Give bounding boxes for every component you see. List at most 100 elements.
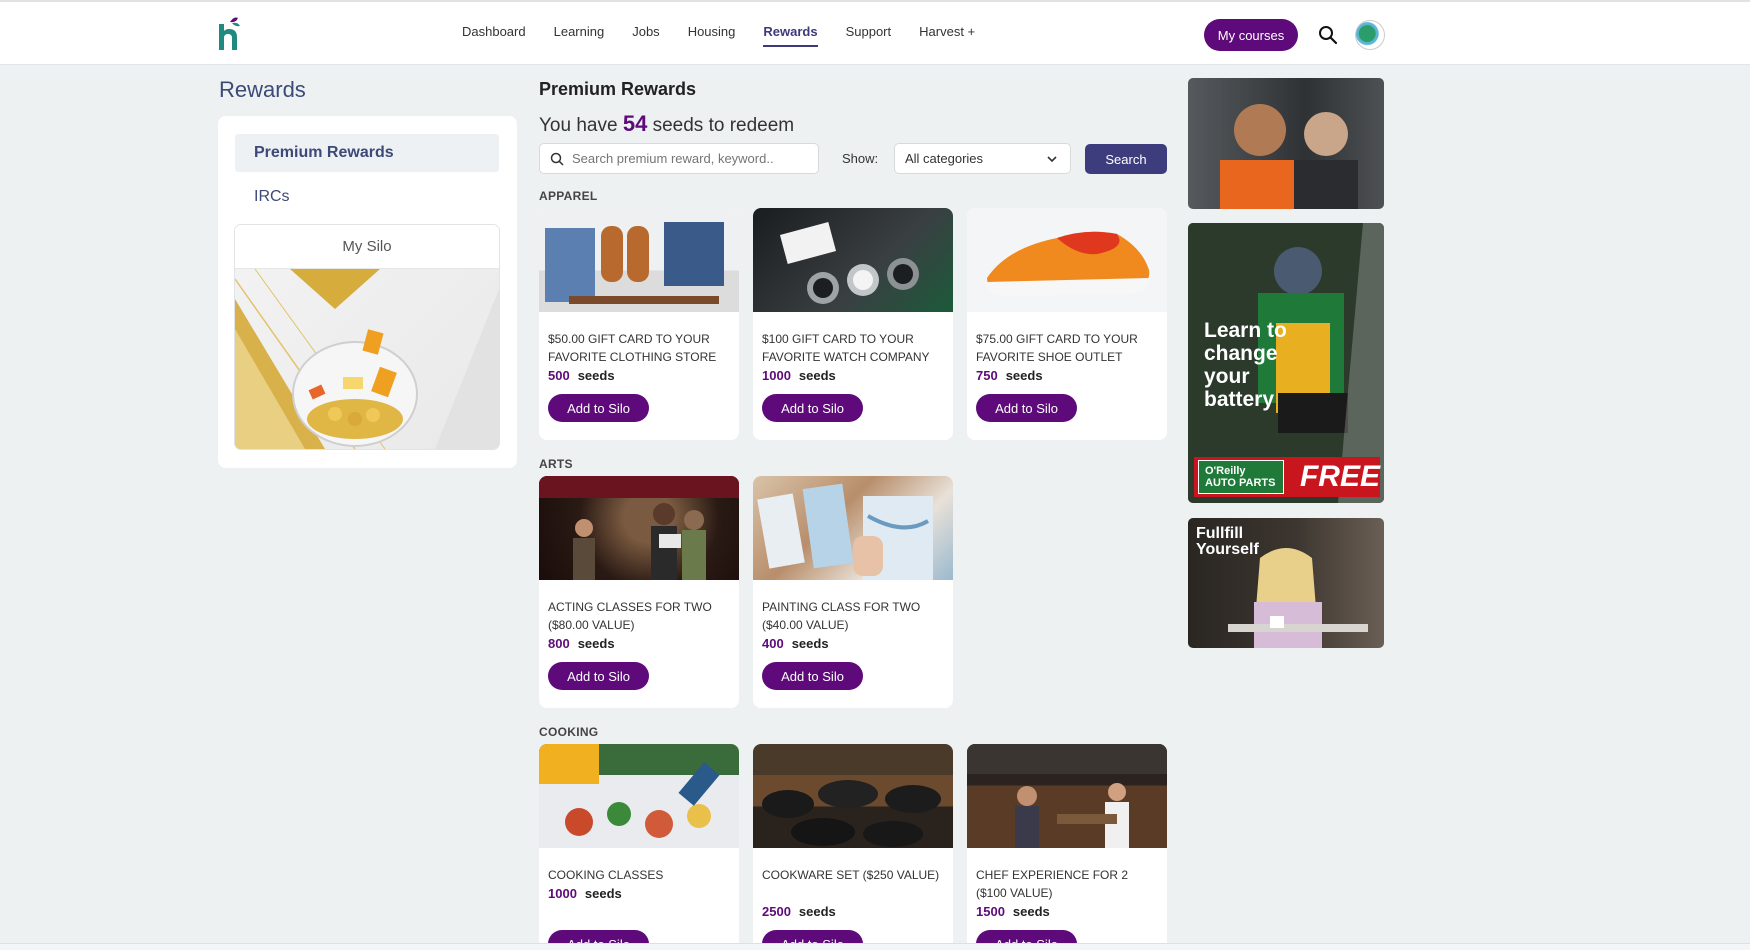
reward-seeds: 500 seeds [548,368,615,383]
reward-title: COOKING CLASSES [548,868,664,882]
reward-search-box[interactable] [539,143,819,174]
reward-search-input[interactable] [572,151,802,166]
ad-banner-fulfill[interactable]: Fullfill Yourself [1188,518,1384,648]
nav-harvest[interactable]: Harvest + [919,24,975,47]
seeds-word: seeds [798,904,836,919]
silo-image [235,269,499,449]
reward-seeds-value: 1500 [976,904,1005,919]
reward-image-painting [753,476,953,580]
page-bottom-edge [0,943,1750,950]
cookware-illustration [762,780,941,847]
reward-seeds-value: 2500 [762,904,791,919]
reward-seeds: 750 seeds [976,368,1043,383]
reward-seeds-value: 1000 [548,886,577,901]
search-icon [550,152,564,166]
reward-card: ACTING CLASSES FOR TWO ($80.00 VALUE) 80… [539,476,739,708]
chef-illustration [967,744,1167,848]
my-silo-card[interactable]: My Silo [235,225,499,449]
seeds-prefix: You have [539,115,618,136]
category-select[interactable]: All categories [894,143,1071,174]
reward-seeds-value: 1000 [762,368,791,383]
add-to-silo-button[interactable]: Add to Silo [762,662,863,690]
reward-title: $100 GIFT CARD TO YOUR FAVORITE WATCH CO… [762,332,930,364]
seeds-word: seeds [798,368,836,383]
sidebar-item-premium-rewards[interactable]: Premium Rewards [235,134,499,172]
nav-rewards[interactable]: Rewards [763,24,818,47]
seeds-word: seeds [1012,904,1050,919]
seeds-count: 54 [622,111,648,136]
painting-illustration [757,483,933,580]
main-nav: Dashboard Learning Jobs Housing Rewards … [462,24,1003,47]
reward-image-watch [753,208,953,312]
reward-title: $50.00 GIFT CARD TO YOUR FAVORITE CLOTHI… [548,332,717,364]
ad-free-text: FREE [1299,460,1380,493]
add-to-silo-button[interactable]: Add to Silo [548,662,649,690]
reward-card: PAINTING CLASS FOR TWO ($40.00 VALUE) 40… [753,476,953,708]
seeds-word: seeds [577,636,615,651]
oreilly-logo: O'Reilly AUTO PARTS [1198,460,1284,494]
avatar-icon[interactable] [1355,20,1385,50]
section-label-cooking: COOKING [539,725,599,739]
add-to-silo-button[interactable]: Add to Silo [762,394,863,422]
search-icon[interactable] [1318,25,1338,45]
add-to-silo-button[interactable]: Add to Silo [548,394,649,422]
my-silo-title: My Silo [235,225,499,269]
reward-card: COOKING CLASSES 1000seeds Add to Silo [539,744,739,950]
nav-dashboard[interactable]: Dashboard [462,24,526,47]
acting-illustration [539,476,739,580]
top-navbar: Dashboard Learning Jobs Housing Rewards … [0,2,1750,65]
ad-banner-people[interactable] [1188,78,1384,209]
ad-banner-battery[interactable]: Learn to change your battery O'Reilly AU… [1188,223,1384,503]
reward-seeds: 800 seeds [548,636,615,651]
reward-image-cookware [753,744,953,848]
reward-title: ACTING CLASSES FOR TWO ($80.00 VALUE) [548,600,712,632]
reward-image-shoe [967,208,1167,312]
nav-housing[interactable]: Housing [688,24,736,47]
my-courses-button[interactable]: My courses [1204,19,1298,51]
reward-image-cooking-classes [539,744,739,848]
nav-jobs[interactable]: Jobs [632,24,659,47]
show-label: Show: [842,151,879,166]
cooking-illustration [539,744,720,838]
reward-image-clothing [539,208,739,312]
add-to-silo-button[interactable]: Add to Silo [976,394,1077,422]
reward-seeds-value: 750 [976,368,998,383]
logo-icon[interactable] [216,14,242,52]
section-heading: Premium Rewards [539,79,697,99]
reward-title: $75.00 GIFT CARD TO YOUR FAVORITE SHOE O… [976,332,1138,364]
reward-image-chef [967,744,1167,848]
seeds-word: seeds [577,368,615,383]
reward-seeds-value: 400 [762,636,784,651]
page-title: Rewards [219,77,306,102]
reward-image-acting [539,476,739,580]
reward-seeds-value: 800 [548,636,570,651]
reward-title: CHEF EXPERIENCE FOR 2 ($100 VALUE) [976,868,1129,900]
reward-seeds: 400 seeds [762,636,829,651]
category-selected: All categories [905,151,984,166]
reward-title: COOKWARE SET ($250 VALUE) [762,868,940,882]
ad-people-image [1220,104,1358,209]
seeds-word: seeds [1005,368,1043,383]
shoe-illustration [987,231,1150,296]
reward-seeds: 1500 seeds [976,904,1050,919]
chevron-down-icon [1047,156,1057,163]
silo-illustration [235,269,499,449]
reward-card: $75.00 GIFT CARD TO YOUR FAVORITE SHOE O… [967,208,1167,440]
search-button[interactable]: Search [1085,144,1167,174]
section-label-apparel: APPAREL [539,189,598,203]
reward-seeds: 1000 seeds [548,886,622,901]
seeds-suffix: seeds to redeem [652,115,795,136]
clothing-illustration [545,222,724,304]
ad-oreilly-bar: O'Reilly AUTO PARTS FREE [1194,457,1380,497]
ad-fulfill-text: Fullfill Yourself [1196,525,1259,558]
seeds-word: seeds [584,886,622,901]
ad-battery-text: Learn to change your battery [1204,319,1287,411]
sidebar-item-ircs[interactable]: IRCs [235,178,499,216]
nav-support[interactable]: Support [846,24,892,47]
reward-card: $50.00 GIFT CARD TO YOUR FAVORITE CLOTHI… [539,208,739,440]
watch-illustration [779,222,919,304]
nav-learning[interactable]: Learning [554,24,605,47]
reward-seeds: 2500 seeds [762,904,836,919]
seeds-word: seeds [791,636,829,651]
reward-seeds-value: 500 [548,368,570,383]
